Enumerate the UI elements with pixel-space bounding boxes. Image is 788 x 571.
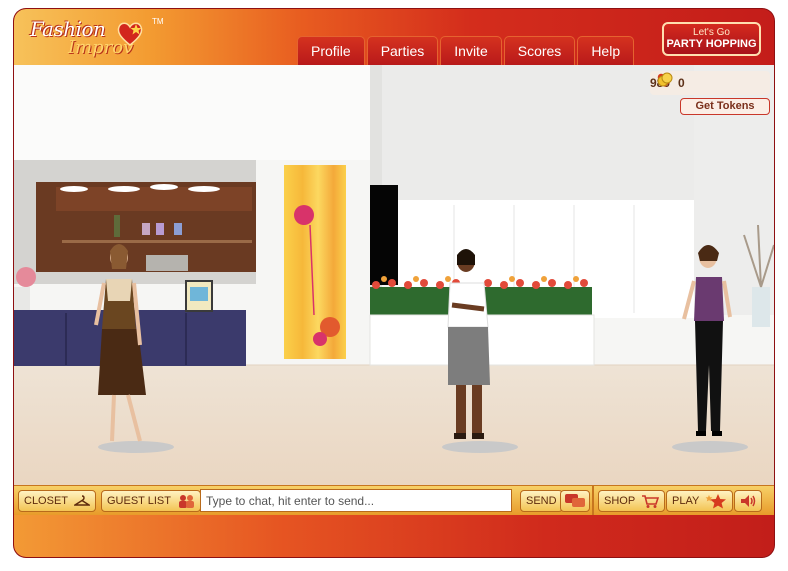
main-nav: Profile Parties Invite Scores Help	[297, 36, 636, 65]
header: Fashion Improv TM Profile Parties Invite…	[14, 9, 774, 65]
cart-icon	[642, 495, 660, 509]
party-hopping-button[interactable]: Let's Go PARTY HOPPING	[662, 22, 761, 56]
shop-label: SHOP	[604, 495, 635, 507]
party-hopping-line1: Let's Go	[693, 27, 730, 38]
tab-scores[interactable]: Scores	[503, 36, 576, 65]
guest-list-button[interactable]: GUEST LIST	[101, 490, 201, 512]
tab-profile[interactable]: Profile	[297, 36, 365, 65]
logo-trademark: TM	[152, 17, 164, 26]
people-icon	[178, 495, 194, 509]
hanger-icon	[73, 495, 90, 506]
chat-input[interactable]	[200, 489, 512, 512]
toolbar-divider	[592, 486, 594, 516]
closet-button[interactable]: CLOSET	[18, 490, 96, 512]
send-button[interactable]: SEND	[520, 490, 563, 512]
coin-icon	[657, 72, 673, 87]
get-tokens-button[interactable]: Get Tokens	[680, 98, 770, 115]
tokens-count: 0	[678, 76, 685, 90]
party-room-scene[interactable]: 980 0 Get Tokens	[14, 65, 774, 485]
bottom-toolbar: CLOSET GUEST LIST SEND SHOP	[14, 485, 774, 516]
game-frame: Fashion Improv TM Profile Parties Invite…	[14, 9, 774, 557]
chat-bubbles-button[interactable]	[560, 490, 590, 512]
tab-invite[interactable]: Invite	[440, 36, 502, 65]
play-label: PLAY	[672, 495, 700, 507]
play-button[interactable]: PLAY	[666, 490, 734, 512]
speaker-icon	[741, 495, 756, 508]
tab-help[interactable]: Help	[577, 36, 635, 65]
party-hopping-line2: PARTY HOPPING	[666, 38, 757, 50]
shop-button[interactable]: SHOP	[598, 490, 666, 512]
logo-heart-icon	[117, 22, 143, 46]
room-illustration	[14, 65, 774, 485]
sound-button[interactable]	[734, 490, 762, 512]
footer-bar	[14, 515, 774, 557]
speech-bubble-icon	[565, 494, 585, 508]
guest-list-label: GUEST LIST	[107, 495, 171, 507]
star-icon	[705, 494, 727, 509]
tab-parties[interactable]: Parties	[366, 36, 439, 65]
currency-panel: 980 0	[650, 71, 770, 95]
closet-label: CLOSET	[24, 495, 68, 507]
fashion-improv-logo: Fashion Improv TM	[24, 15, 164, 61]
